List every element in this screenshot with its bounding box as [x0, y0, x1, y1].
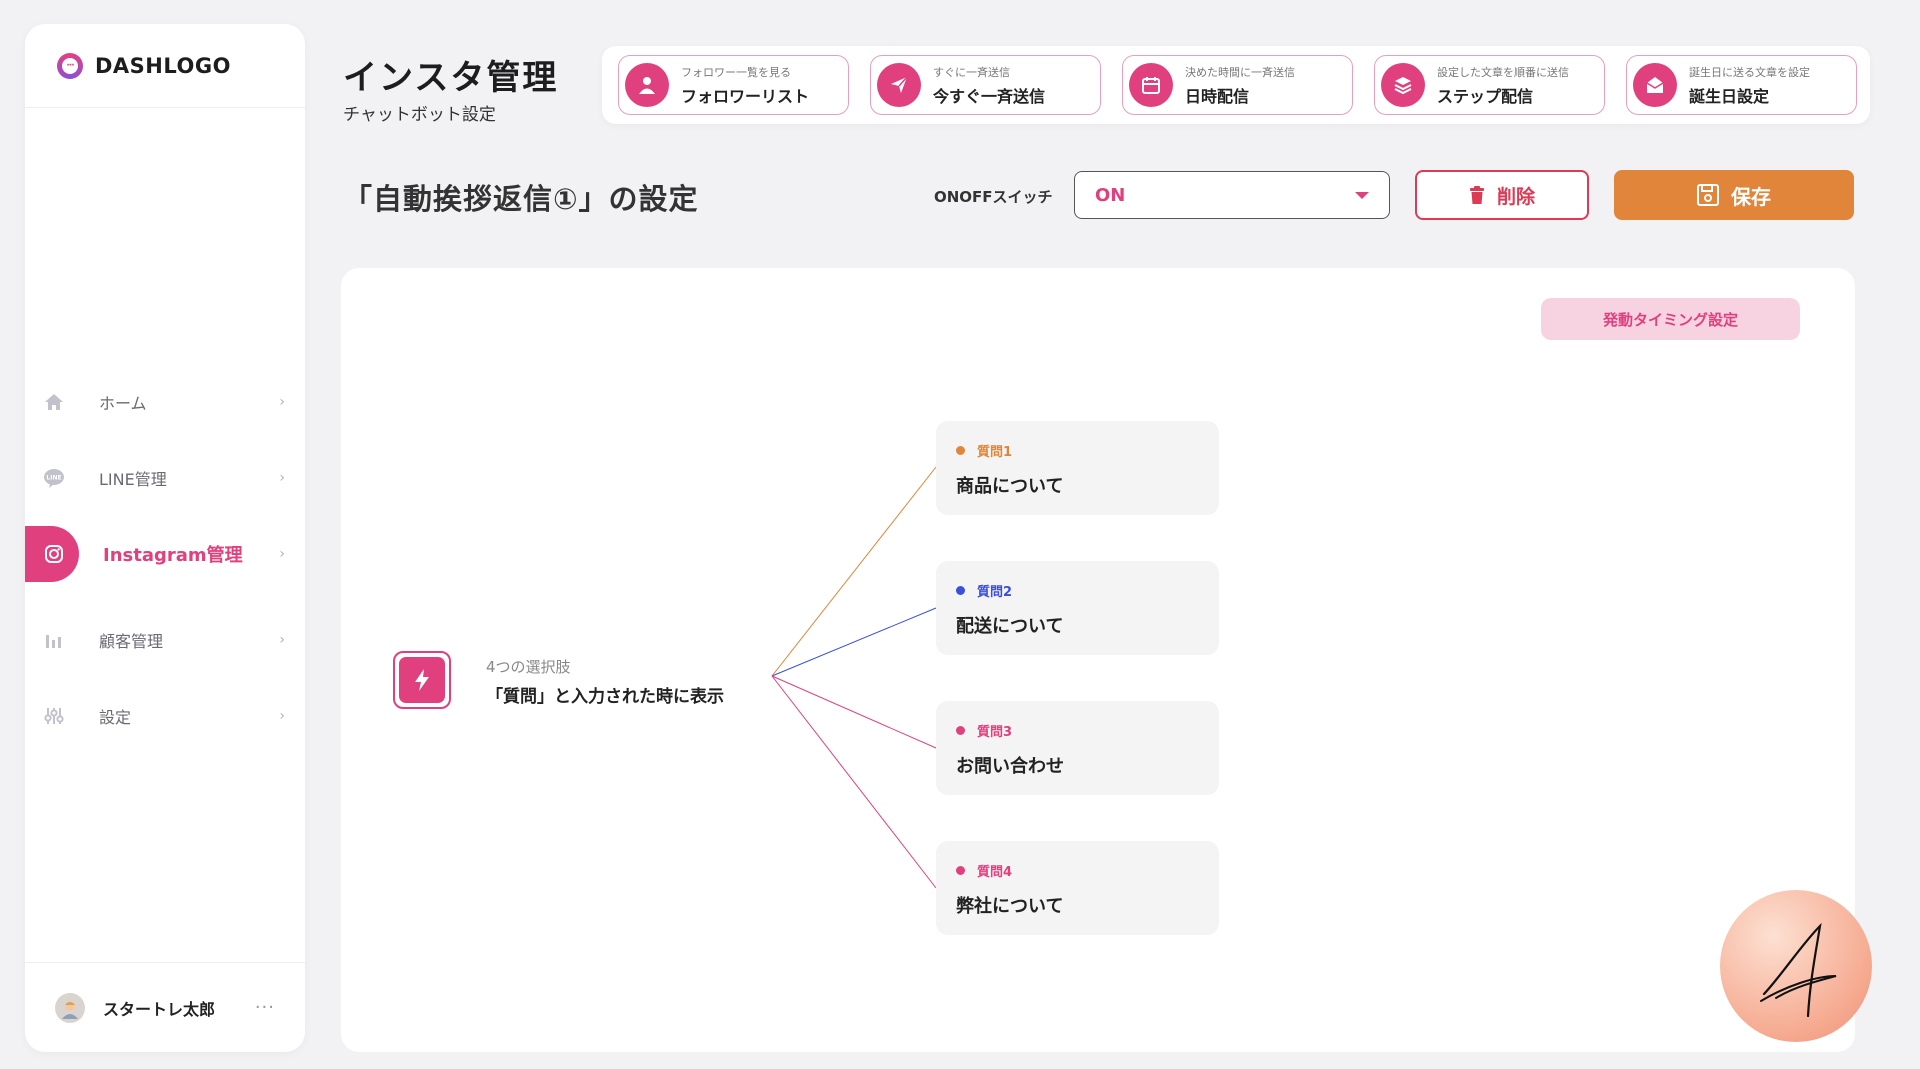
sidebar-item-home[interactable]: ホーム › — [25, 374, 305, 430]
calendar-icon — [1129, 63, 1173, 107]
sidebar-item-line[interactable]: LINE LINE管理 › — [25, 450, 305, 506]
sidebar-item-customers[interactable]: 顧客管理 › — [25, 612, 305, 668]
layers-icon — [1381, 63, 1425, 107]
quick-action-label: 誕生日設定 — [1689, 86, 1770, 106]
question-tag: 質問2 — [977, 585, 1013, 600]
page-title: インスタ管理 — [343, 58, 559, 98]
chevron-right-icon: › — [279, 470, 285, 486]
question-text: お問い合わせ — [956, 756, 1064, 777]
timing-settings-button[interactable]: 発動タイミング設定 — [1541, 298, 1800, 340]
birthday-settings-button[interactable]: 誕生日に送る文章を設定 誕生日設定 — [1626, 55, 1857, 115]
page-subtitle: チャットボット設定 — [343, 105, 496, 125]
quick-action-sub: フォロワー一覧を見る — [681, 65, 791, 79]
quick-action-label: ステップ配信 — [1437, 86, 1534, 106]
question-card-2[interactable]: 質問2 配送について — [936, 561, 1219, 655]
signature-logo — [1720, 890, 1872, 1042]
floppy-disk-icon — [1697, 184, 1719, 206]
setting-title: 「自動挨拶返信①」の設定 — [343, 182, 699, 216]
status-dot — [956, 866, 965, 875]
chevron-right-icon: › — [279, 394, 285, 410]
quick-action-sub: すぐに一斉送信 — [933, 65, 1010, 79]
onoff-select[interactable]: ON — [1074, 171, 1390, 219]
trigger-text: 「質問」と入力された時に表示 — [486, 687, 724, 707]
user-profile[interactable]: スタートレ太郎 ··· — [25, 962, 305, 1052]
onoff-label: ONOFFスイッチ — [934, 188, 1053, 206]
more-options-icon[interactable]: ··· — [255, 997, 275, 1018]
mail-open-icon — [1633, 63, 1677, 107]
follower-list-button[interactable]: フォロワー一覧を見る フォロワーリスト — [618, 55, 849, 115]
quick-action-label: 今すぐ一斉送信 — [933, 86, 1046, 106]
trigger-sub: 4つの選択肢 — [486, 658, 571, 676]
quick-action-label: 日時配信 — [1185, 86, 1250, 106]
sidebar-item-instagram[interactable]: Instagram管理 › — [25, 526, 305, 582]
quick-actions-bar: フォロワー一覧を見る フォロワーリスト すぐに一斉送信 今すぐ一斉送信 決めた時… — [602, 46, 1870, 124]
question-card-4[interactable]: 質問4 弊社について — [936, 841, 1219, 935]
send-now-button[interactable]: すぐに一斉送信 今すぐ一斉送信 — [870, 55, 1101, 115]
sidebar-item-label: ホーム — [99, 394, 147, 413]
avatar — [55, 992, 85, 1023]
question-text: 商品について — [956, 476, 1064, 497]
question-tag: 質問4 — [977, 865, 1013, 880]
svg-text:LINE: LINE — [46, 475, 61, 482]
sidebar-nav: ホーム › LINE LINE管理 › Instagram管理 › 顧客管理 › — [25, 374, 305, 764]
question-card-3[interactable]: 質問3 お問い合わせ — [936, 701, 1219, 795]
sidebar-item-label: Instagram管理 — [103, 545, 243, 566]
question-tag: 質問3 — [977, 725, 1013, 740]
onoff-value: ON — [1095, 184, 1126, 206]
quick-action-label: フォロワーリスト — [681, 86, 810, 106]
save-label: 保存 — [1731, 184, 1771, 209]
send-icon — [877, 63, 921, 107]
instagram-icon — [43, 543, 65, 565]
question-text: 弊社について — [956, 896, 1064, 917]
save-button[interactable]: 保存 — [1614, 170, 1854, 220]
chevron-down-icon — [1355, 191, 1369, 199]
sidebar: ··· DASHLOGO ホーム › LINE LINE管理 › Instagr… — [25, 24, 305, 1052]
question-card-1[interactable]: 質問1 商品について — [936, 421, 1219, 515]
logo[interactable]: ··· DASHLOGO — [25, 24, 305, 108]
question-tag: 質問1 — [977, 445, 1013, 460]
trash-icon — [1469, 186, 1485, 204]
quick-action-sub: 誕生日に送る文章を設定 — [1689, 65, 1810, 79]
chevron-right-icon: › — [279, 546, 285, 562]
delete-button[interactable]: 削除 — [1415, 170, 1589, 220]
user-name: スタートレ太郎 — [103, 999, 216, 1019]
sidebar-item-label: 顧客管理 — [99, 632, 164, 651]
logo-text: DASHLOGO — [95, 53, 231, 78]
status-dot — [956, 446, 965, 455]
trigger-node[interactable] — [393, 651, 451, 709]
home-icon — [43, 391, 65, 413]
quick-action-sub: 設定した文章を順番に送信 — [1437, 65, 1569, 79]
sliders-icon — [43, 705, 65, 727]
sidebar-item-label: 設定 — [99, 708, 132, 727]
delete-label: 削除 — [1496, 185, 1535, 208]
chevron-right-icon: › — [279, 632, 285, 648]
status-dot — [956, 586, 965, 595]
quick-action-sub: 決めた時間に一斉送信 — [1185, 65, 1295, 79]
scheduled-send-button[interactable]: 決めた時間に一斉送信 日時配信 — [1122, 55, 1353, 115]
step-send-button[interactable]: 設定した文章を順番に送信 ステップ配信 — [1374, 55, 1605, 115]
sidebar-item-settings[interactable]: 設定 › — [25, 688, 305, 744]
sidebar-item-label: LINE管理 — [99, 470, 167, 489]
question-text: 配送について — [956, 616, 1064, 637]
status-dot — [956, 726, 965, 735]
user-icon — [625, 63, 669, 107]
bar-chart-icon — [43, 629, 65, 651]
chevron-right-icon: › — [279, 708, 285, 724]
logo-mark-icon: ··· — [57, 52, 83, 79]
lightning-icon — [399, 657, 445, 703]
line-icon: LINE — [43, 467, 65, 489]
